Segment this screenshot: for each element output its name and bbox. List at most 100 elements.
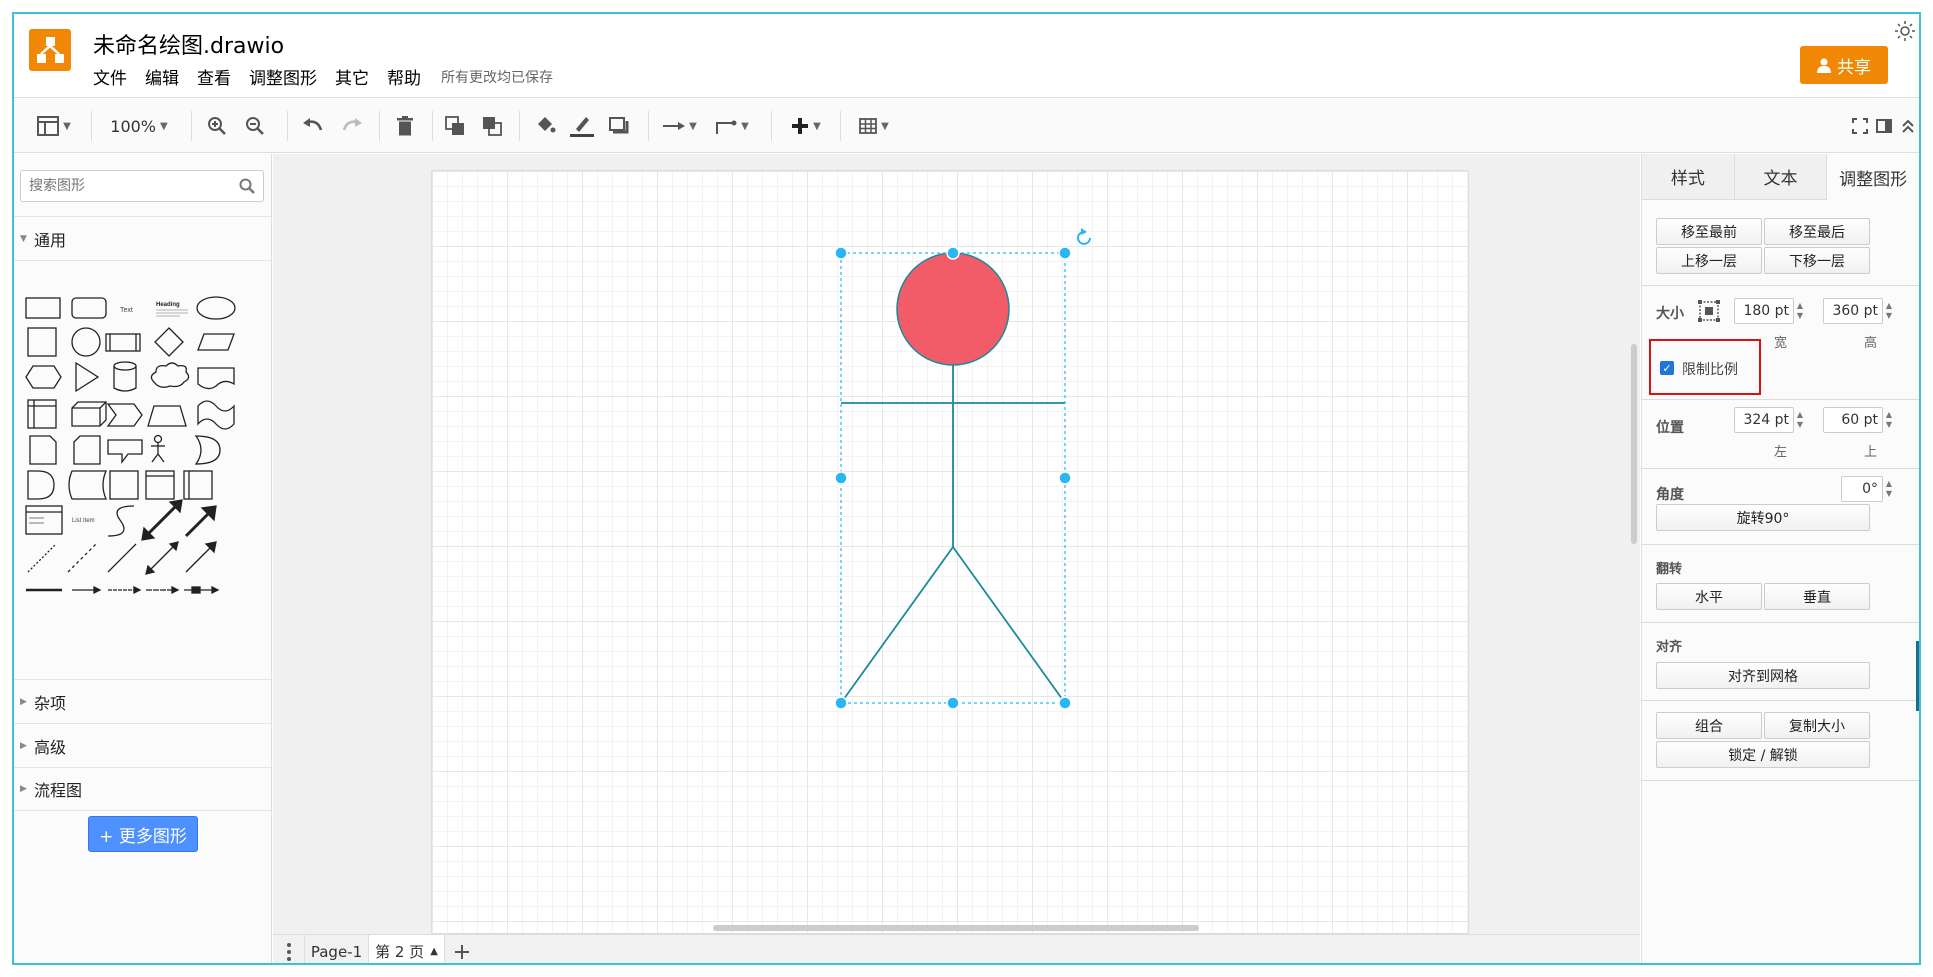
menu-help[interactable]: 帮助 <box>387 64 421 89</box>
toggle-panel-button[interactable] <box>1874 114 1894 138</box>
width-stepper[interactable]: ▲ ▼ <box>1794 298 1806 324</box>
collapse-button[interactable] <box>1898 114 1918 138</box>
shape-list[interactable] <box>25 505 63 535</box>
autosize-icon[interactable] <box>1697 299 1721 323</box>
tab-text[interactable]: 文本 <box>1734 154 1828 200</box>
document-title[interactable]: 未命名绘图.drawio <box>93 28 284 60</box>
to-front-button[interactable]: 移至最前 <box>1656 218 1762 245</box>
shape-rounded-rectangle[interactable] <box>71 297 107 319</box>
fullscreen-button[interactable] <box>1850 114 1870 138</box>
top-stepper[interactable]: ▲ ▼ <box>1883 407 1895 433</box>
shape-labeled-link-2[interactable] <box>146 585 180 595</box>
shape-text[interactable]: Text <box>120 307 133 314</box>
shape-list-item[interactable]: List Item <box>72 518 95 524</box>
to-back-button[interactable] <box>479 114 505 138</box>
flip-horizontal-button[interactable]: 水平 <box>1656 583 1762 610</box>
align-to-grid-button[interactable]: 对齐到网格 <box>1656 662 1870 689</box>
top-input[interactable]: 60 pt <box>1823 407 1883 433</box>
shape-connector-with-label[interactable] <box>184 585 220 595</box>
shape-vertical-lane[interactable] <box>183 470 213 500</box>
shape-arrow-link[interactable] <box>72 585 102 595</box>
shape-card[interactable] <box>73 435 101 465</box>
shape-document[interactable] <box>197 367 235 390</box>
search-icon[interactable] <box>239 178 255 194</box>
left-input[interactable]: 324 pt <box>1734 407 1794 433</box>
angle-stepper[interactable]: ▲ ▼ <box>1883 476 1895 502</box>
shape-cylinder[interactable] <box>113 361 137 392</box>
shape-heading[interactable]: Heading <box>156 302 180 308</box>
stick-figure-shape[interactable] <box>432 171 1470 935</box>
shape-cloud[interactable] <box>150 362 190 388</box>
sun-icon[interactable] <box>1894 20 1916 42</box>
shape-rectangle[interactable] <box>25 297 61 319</box>
shape-curve[interactable] <box>107 505 135 537</box>
shape-bidirectional-arrow[interactable] <box>141 499 183 541</box>
shape-square[interactable] <box>27 327 57 357</box>
shape-dotted-line[interactable] <box>67 543 97 573</box>
shadow-button[interactable] <box>606 114 632 138</box>
menu-arrange[interactable]: 调整图形 <box>249 64 317 89</box>
add-page-button[interactable] <box>445 935 479 963</box>
tab-arrange[interactable]: 调整图形 <box>1827 154 1919 200</box>
rotate-90-button[interactable]: 旋转90° <box>1656 504 1870 531</box>
vertical-scrollbar[interactable] <box>1631 344 1637 544</box>
copy-size-button[interactable]: 复制大小 <box>1764 712 1870 739</box>
shape-cube[interactable] <box>71 401 107 427</box>
to-back-button[interactable]: 移至最后 <box>1764 218 1870 245</box>
shape-triangle[interactable] <box>75 361 100 393</box>
tab-style[interactable]: 样式 <box>1642 154 1735 200</box>
shape-line[interactable] <box>107 543 137 573</box>
shape-trapezoid[interactable] <box>147 405 187 427</box>
shape-step[interactable] <box>106 403 143 427</box>
more-shapes-button[interactable]: + 更多图形 <box>88 816 198 852</box>
waypoints-button[interactable]: ▼ <box>710 114 754 138</box>
shape-actor[interactable] <box>151 434 165 463</box>
section-flowchart[interactable]: ▶ 流程图 <box>14 767 271 811</box>
save-status[interactable]: 所有更改均已保存 <box>441 67 553 89</box>
delete-button[interactable] <box>392 114 418 138</box>
chevron-up-icon[interactable]: ▲ <box>430 946 438 957</box>
tab-page-2[interactable]: 第 2 页 ▲ <box>369 935 445 963</box>
send-backward-button[interactable]: 下移一层 <box>1764 247 1870 274</box>
shape-bidirectional-connector[interactable] <box>145 541 179 575</box>
zoom-out-button[interactable] <box>242 114 268 138</box>
connection-button[interactable]: ▼ <box>658 114 702 138</box>
shape-container[interactable] <box>109 470 139 500</box>
table-button[interactable]: ▼ <box>852 114 896 138</box>
section-advanced[interactable]: ▶ 高级 <box>14 723 271 767</box>
shape-tape[interactable] <box>197 400 235 430</box>
height-input[interactable]: 360 pt <box>1823 298 1883 324</box>
line-color-button[interactable] <box>569 114 595 138</box>
menu-file[interactable]: 文件 <box>93 64 127 89</box>
shape-arrow[interactable] <box>184 505 217 538</box>
shape-directional-connector[interactable] <box>185 541 217 573</box>
shape-parallelogram[interactable] <box>197 333 235 351</box>
shape-note[interactable] <box>29 435 57 465</box>
menu-extras[interactable]: 其它 <box>335 64 369 89</box>
share-button[interactable]: 共享 <box>1800 46 1888 84</box>
horizontal-scrollbar[interactable] <box>713 925 1199 931</box>
insert-button[interactable]: ▼ <box>784 114 828 138</box>
drawing-page[interactable] <box>431 170 1469 934</box>
shape-dashed-line[interactable] <box>27 543 57 573</box>
constrain-proportions-checkbox[interactable]: ✓ <box>1660 361 1674 375</box>
format-panel-button[interactable]: ▼ <box>32 114 76 138</box>
angle-input[interactable]: 0° <box>1841 476 1883 502</box>
shape-delay[interactable] <box>27 470 55 500</box>
to-front-button[interactable] <box>442 114 468 138</box>
flip-vertical-button[interactable]: 垂直 <box>1764 583 1870 610</box>
section-misc[interactable]: ▶ 杂项 <box>14 679 271 723</box>
lock-unlock-button[interactable]: 锁定 / 解锁 <box>1656 741 1870 768</box>
fill-color-button[interactable] <box>532 114 558 138</box>
left-stepper[interactable]: ▲ ▼ <box>1794 407 1806 433</box>
shape-callout[interactable] <box>107 439 143 464</box>
shape-hexagon[interactable] <box>25 365 62 389</box>
pages-menu-button[interactable] <box>273 935 305 963</box>
canvas-area[interactable] <box>273 154 1640 934</box>
shape-diamond[interactable] <box>154 327 184 357</box>
zoom-in-button[interactable] <box>204 114 230 138</box>
zoom-select[interactable]: 100% ▼ <box>106 114 172 138</box>
section-general[interactable]: ▼ 通用 <box>14 216 271 260</box>
menu-view[interactable]: 查看 <box>197 64 231 89</box>
shape-internal-storage[interactable] <box>27 399 57 429</box>
